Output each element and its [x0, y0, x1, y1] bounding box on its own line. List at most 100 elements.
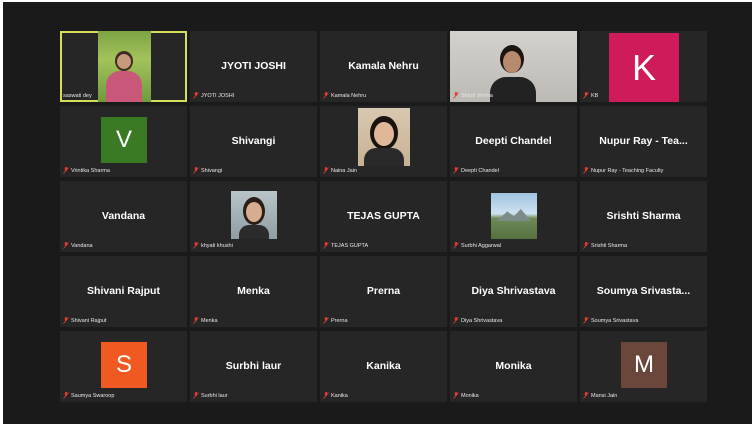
participant-name: Shivani Rajput	[87, 285, 160, 297]
participant-name: Prerna	[366, 285, 401, 297]
microphone-muted-icon	[453, 392, 459, 399]
microphone-muted-icon	[583, 392, 589, 399]
participant-tile[interactable]: M Mansi Jain	[580, 331, 707, 402]
participant-tile[interactable]: Soumya Srivasta... Soumya Srivastava	[580, 256, 707, 327]
microphone-muted-icon	[323, 392, 329, 399]
participant-tile[interactable]: S Saumya Swaroop	[60, 331, 187, 402]
participant-avatar: V	[101, 117, 147, 163]
participant-name: Shivangi	[231, 135, 276, 147]
microphone-muted-icon	[63, 317, 69, 324]
participant-tile[interactable]: Nupur Ray - Tea... Nupur Ray - Teaching …	[580, 106, 707, 177]
participant-tile[interactable]: Kamala Nehru Kamala Nehru	[320, 31, 447, 102]
participant-label: KB	[583, 91, 598, 100]
participant-label: Surbhi Aggarwal	[453, 241, 501, 250]
participant-tile[interactable]: JYOTI JOSHI JYOTI JOSHI	[190, 31, 317, 102]
participant-label: TEJAS GUPTA	[323, 241, 368, 250]
participant-label: Diya Shrivastava	[453, 316, 502, 325]
microphone-muted-icon	[193, 92, 199, 99]
microphone-muted-icon	[63, 242, 69, 249]
microphone-muted-icon	[453, 317, 459, 324]
profile-picture	[231, 191, 277, 239]
participant-tile[interactable]: khyati khushi	[190, 181, 317, 252]
participant-name: TEJAS GUPTA	[347, 210, 420, 222]
participant-label: Mansi Jain	[583, 391, 617, 400]
participant-tile[interactable]: Deepti Chandel Deepti Chandel	[450, 106, 577, 177]
participant-tile[interactable]: saswati dey	[60, 31, 187, 102]
participant-tile[interactable]: Shruti Verma	[450, 31, 577, 102]
participant-avatar: S	[101, 342, 147, 388]
participant-tile[interactable]: Surbhi laur Surbhi laur	[190, 331, 317, 402]
participant-label: Kamala Nehru	[323, 91, 366, 100]
participant-name: Srishti Sharma	[606, 210, 681, 222]
microphone-muted-icon	[583, 317, 589, 324]
participant-label: Surbhi laur	[193, 391, 228, 400]
participant-name: Nupur Ray - Tea...	[599, 135, 688, 147]
participant-label: Prerna	[323, 316, 348, 325]
participant-label: Vandana	[63, 241, 93, 250]
participant-name: Deepti Chandel	[475, 135, 552, 147]
participant-name: Monika	[495, 360, 532, 372]
participant-label: Vrintika Sharma	[63, 166, 110, 175]
participant-label: saswati dey	[63, 92, 92, 99]
microphone-muted-icon	[63, 167, 69, 174]
participant-label: Shivani Rajput	[63, 316, 106, 325]
participant-name: Vandana	[101, 210, 146, 222]
microphone-muted-icon	[323, 317, 329, 324]
microphone-muted-icon	[193, 317, 199, 324]
microphone-muted-icon	[453, 92, 459, 99]
participant-video	[98, 31, 151, 102]
participant-label: Soumya Srivastava	[583, 316, 638, 325]
participant-label: Shruti Verma	[453, 91, 493, 100]
participant-avatar: K	[609, 33, 679, 102]
microphone-muted-icon	[583, 242, 589, 249]
participant-tile[interactable]: V Vrintika Sharma	[60, 106, 187, 177]
gallery-grid: saswati dey JYOTI JOSHI JYOTI JOSHI Kama…	[60, 31, 708, 402]
participant-label: JYOTI JOSHI	[193, 91, 234, 100]
participant-tile[interactable]: Naina Jain	[320, 106, 447, 177]
microphone-muted-icon	[323, 92, 329, 99]
participant-label: Monika	[453, 391, 479, 400]
participant-name: Diya Shrivastava	[471, 285, 556, 297]
participant-label: Kanika	[323, 391, 348, 400]
participant-tile[interactable]: Srishti Sharma Srishti Sharma	[580, 181, 707, 252]
participant-tile[interactable]: K KB	[580, 31, 707, 102]
participant-name: Kamala Nehru	[348, 60, 419, 72]
participant-name: Soumya Srivasta...	[596, 285, 691, 297]
microphone-muted-icon	[583, 92, 589, 99]
participant-avatar: M	[621, 342, 667, 388]
microphone-muted-icon	[193, 392, 199, 399]
microphone-muted-icon	[193, 167, 199, 174]
participant-tile[interactable]: Surbhi Aggarwal	[450, 181, 577, 252]
microphone-muted-icon	[323, 242, 329, 249]
microphone-muted-icon	[453, 167, 459, 174]
participant-name: Menka	[237, 285, 270, 297]
participant-label: Menka	[193, 316, 218, 325]
participant-tile[interactable]: Kanika Kanika	[320, 331, 447, 402]
microphone-muted-icon	[453, 242, 459, 249]
participant-tile[interactable]: Vandana Vandana	[60, 181, 187, 252]
participant-label: khyati khushi	[193, 241, 233, 250]
participant-tile[interactable]: TEJAS GUPTA TEJAS GUPTA	[320, 181, 447, 252]
meeting-window: saswati dey JYOTI JOSHI JYOTI JOSHI Kama…	[3, 2, 752, 424]
participant-label: Shivangi	[193, 166, 222, 175]
participant-tile[interactable]: Prerna Prerna	[320, 256, 447, 327]
profile-picture	[491, 193, 537, 239]
participant-label: Nupur Ray - Teaching Faculty	[583, 166, 663, 175]
participant-name: JYOTI JOSHI	[221, 60, 286, 72]
participant-tile[interactable]: Shivangi Shivangi	[190, 106, 317, 177]
participant-tile[interactable]: Menka Menka	[190, 256, 317, 327]
microphone-muted-icon	[583, 167, 589, 174]
microphone-muted-icon	[323, 167, 329, 174]
participant-label: Srishti Sharma	[583, 241, 627, 250]
participant-label: Naina Jain	[323, 166, 357, 175]
participant-tile[interactable]: Shivani Rajput Shivani Rajput	[60, 256, 187, 327]
profile-picture	[358, 108, 410, 166]
participant-label: Deepti Chandel	[453, 166, 499, 175]
participant-name: Surbhi laur	[225, 360, 282, 372]
participant-name: Kanika	[366, 360, 401, 372]
microphone-muted-icon	[63, 392, 69, 399]
participant-tile[interactable]: Diya Shrivastava Diya Shrivastava	[450, 256, 577, 327]
participant-label: Saumya Swaroop	[63, 391, 114, 400]
participant-tile[interactable]: Monika Monika	[450, 331, 577, 402]
microphone-muted-icon	[193, 242, 199, 249]
